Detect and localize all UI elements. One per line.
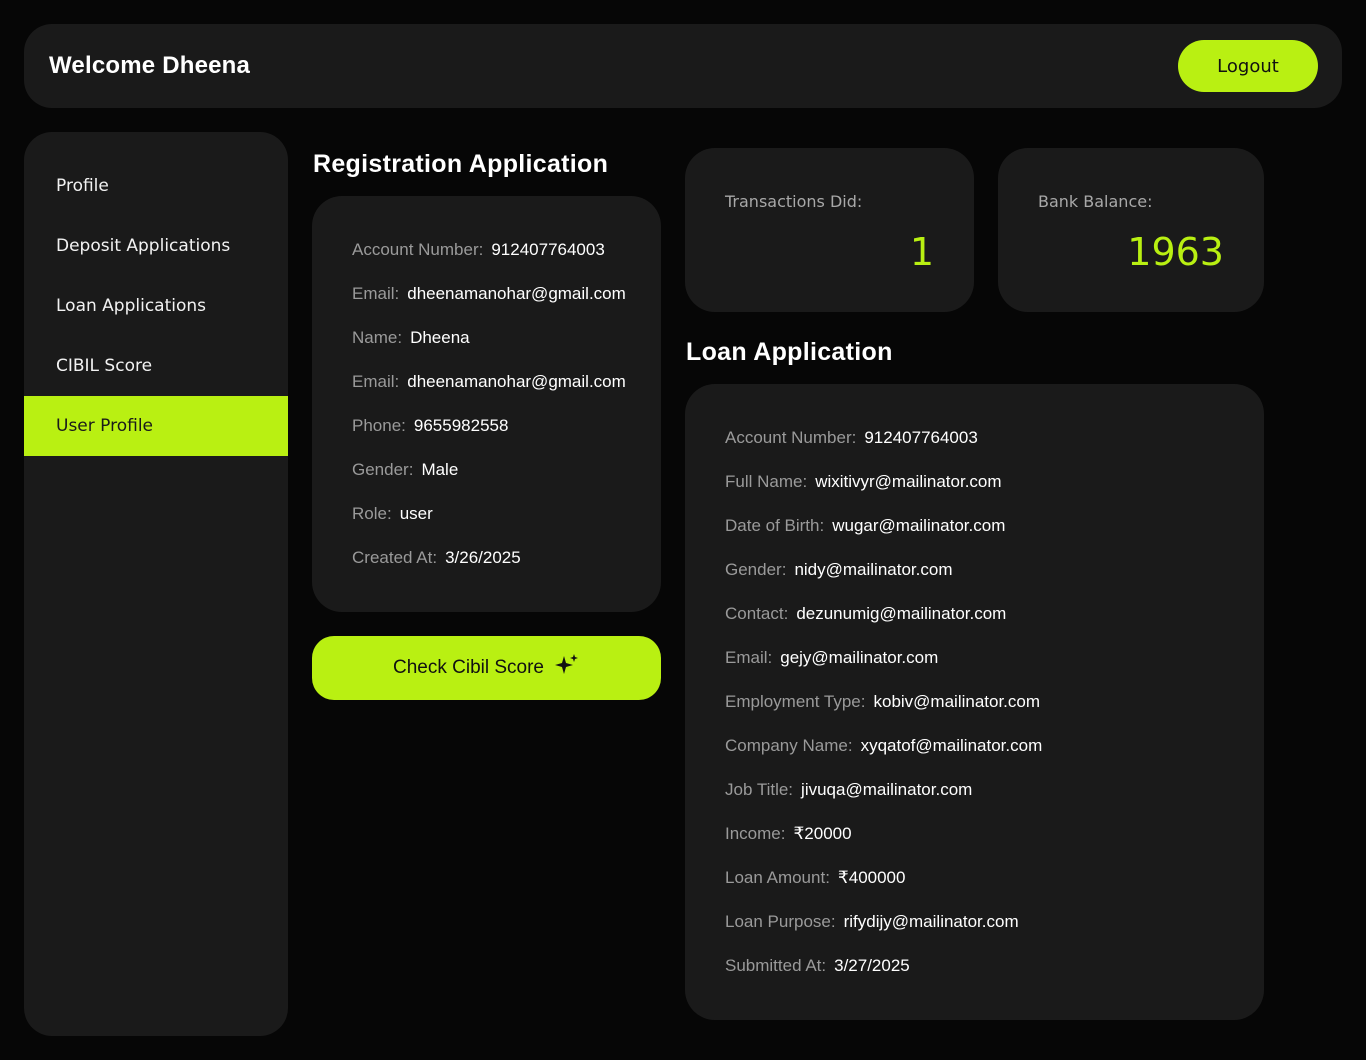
field-value: dezunumig@mailinator.com <box>796 604 1007 623</box>
field-value: 912407764003 <box>864 428 978 447</box>
field-value: kobiv@mailinator.com <box>873 692 1041 711</box>
field-value: wixitivyr@mailinator.com <box>815 472 1002 491</box>
field-value: dheenamanohar@gmail.com <box>407 284 626 303</box>
field-label: Gender: <box>725 560 787 579</box>
top-header: Welcome Dheena Logout <box>24 24 1342 108</box>
field-label: Account Number: <box>352 240 484 259</box>
field-value: Male <box>421 460 459 479</box>
transactions-card: Transactions Did: 1 <box>685 148 974 312</box>
field-label: Email: <box>352 284 400 303</box>
loan-field: Submitted At: 3/27/2025 <box>725 956 910 976</box>
sidebar: Profile Deposit Applications Loan Applic… <box>24 132 288 1036</box>
field-label: Company Name: <box>725 736 853 755</box>
loan-field: Company Name: xyqatof@mailinator.com <box>725 736 1042 756</box>
registration-field: Gender: Male <box>352 460 458 480</box>
logout-button[interactable]: Logout <box>1178 40 1318 92</box>
field-label: Loan Purpose: <box>725 912 836 931</box>
field-value: gejy@mailinator.com <box>780 648 939 667</box>
field-value: 3/26/2025 <box>445 548 521 567</box>
field-value: rifydijy@mailinator.com <box>843 912 1019 931</box>
field-label: Role: <box>352 504 392 523</box>
registration-field: Email: dheenamanohar@gmail.com <box>352 372 626 392</box>
loan-field: Loan Purpose: rifydijy@mailinator.com <box>725 912 1019 932</box>
sidebar-item-loan-applications[interactable]: Loan Applications <box>24 276 288 336</box>
sidebar-item-deposit-applications[interactable]: Deposit Applications <box>24 216 288 276</box>
bank-balance-card: Bank Balance: 1963 <box>998 148 1264 312</box>
registration-field: Account Number: 912407764003 <box>352 240 605 260</box>
registration-field: Name: Dheena <box>352 328 470 348</box>
registration-field: Created At: 3/26/2025 <box>352 548 521 568</box>
field-label: Phone: <box>352 416 406 435</box>
loan-field: Job Title: jivuqa@mailinator.com <box>725 780 972 800</box>
sidebar-item-user-profile[interactable]: User Profile <box>24 396 288 456</box>
field-label: Submitted At: <box>725 956 827 975</box>
check-cibil-score-label: Check Cibil Score <box>393 657 544 678</box>
registration-field: Email: dheenamanohar@gmail.com <box>352 284 626 304</box>
loan-field: Date of Birth: wugar@mailinator.com <box>725 516 1005 536</box>
loan-field: Full Name: wixitivyr@mailinator.com <box>725 472 1002 492</box>
check-cibil-score-button[interactable]: Check Cibil Score <box>312 636 661 700</box>
field-label: Name: <box>352 328 403 347</box>
bank-balance-label: Bank Balance: <box>1038 192 1153 211</box>
loan-field: Income: ₹20000 <box>725 824 852 844</box>
field-label: Full Name: <box>725 472 808 491</box>
field-label: Loan Amount: <box>725 868 830 887</box>
field-value: Dheena <box>410 328 470 347</box>
field-label: Employment Type: <box>725 692 866 711</box>
transactions-value: 1 <box>909 230 934 274</box>
transactions-label: Transactions Did: <box>725 192 863 211</box>
field-label: Income: <box>725 824 786 843</box>
welcome-title: Welcome Dheena <box>49 52 251 79</box>
loan-field: Account Number: 912407764003 <box>725 428 978 448</box>
field-value: xyqatof@mailinator.com <box>860 736 1043 755</box>
sidebar-item-profile[interactable]: Profile <box>24 156 288 216</box>
field-label: Account Number: <box>725 428 857 447</box>
loan-field: Email: gejy@mailinator.com <box>725 648 938 668</box>
registration-field: Phone: 9655982558 <box>352 416 508 436</box>
registration-title: Registration Application <box>313 150 609 178</box>
field-value: ₹20000 <box>793 824 852 843</box>
loan-field: Gender: nidy@mailinator.com <box>725 560 952 580</box>
field-value: wugar@mailinator.com <box>832 516 1006 535</box>
field-value: 9655982558 <box>413 416 509 435</box>
sidebar-item-cibil-score[interactable]: CIBIL Score <box>24 336 288 396</box>
loan-title: Loan Application <box>686 338 893 366</box>
field-value: jivuqa@mailinator.com <box>801 780 973 799</box>
loan-field: Contact: dezunumig@mailinator.com <box>725 604 1006 624</box>
sparkle-icon <box>554 652 580 684</box>
field-label: Contact: <box>725 604 789 623</box>
field-value: dheenamanohar@gmail.com <box>407 372 626 391</box>
loan-field: Loan Amount: ₹400000 <box>725 868 905 888</box>
loan-field: Employment Type: kobiv@mailinator.com <box>725 692 1040 712</box>
bank-balance-value: 1963 <box>1127 230 1224 274</box>
field-label: Date of Birth: <box>725 516 825 535</box>
registration-field: Role: user <box>352 504 433 524</box>
field-label: Created At: <box>352 548 438 567</box>
field-label: Job Title: <box>725 780 794 799</box>
field-value: nidy@mailinator.com <box>794 560 953 579</box>
loan-card: Account Number: 912407764003 Full Name: wi… <box>685 384 1264 1020</box>
field-label: Email: <box>352 372 400 391</box>
field-value: 3/27/2025 <box>834 956 910 975</box>
field-value: user <box>399 504 433 523</box>
field-value: ₹400000 <box>837 868 906 887</box>
registration-card: Account Number: 912407764003 Email: dheena… <box>312 196 661 612</box>
field-label: Email: <box>725 648 773 667</box>
field-label: Gender: <box>352 460 414 479</box>
field-value: 912407764003 <box>491 240 605 259</box>
